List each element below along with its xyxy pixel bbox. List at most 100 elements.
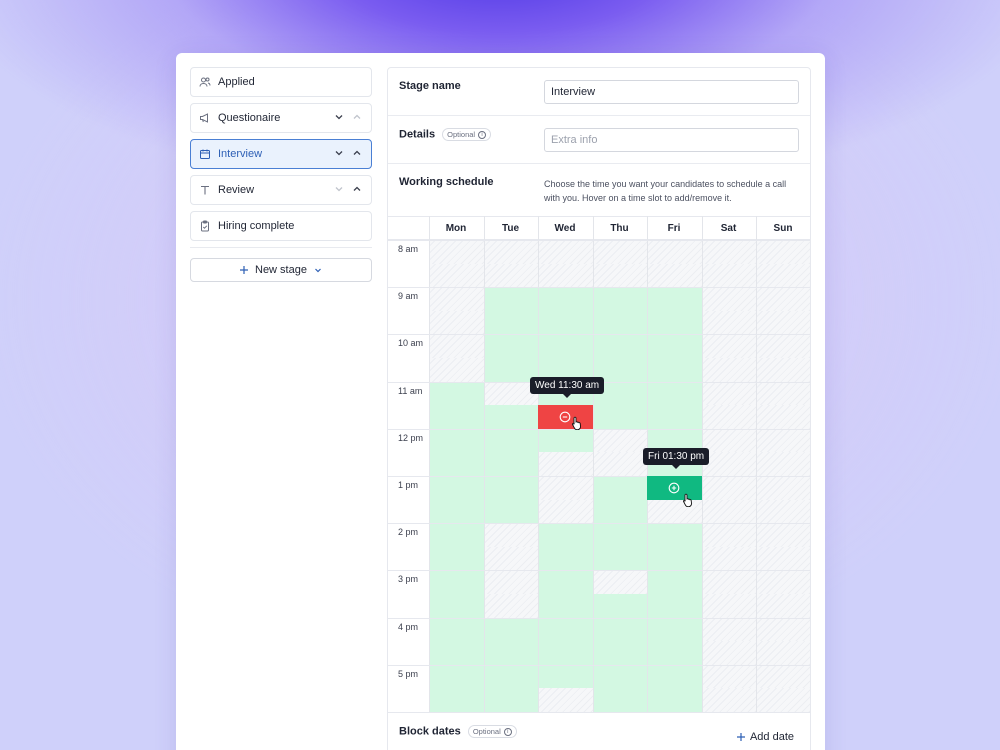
time-slot[interactable] (756, 310, 810, 335)
time-slot[interactable] (647, 523, 702, 547)
stage-applied[interactable]: Applied (190, 67, 372, 97)
time-slot[interactable] (592, 405, 647, 429)
remove-slot-button[interactable] (538, 405, 593, 429)
stage-hiring-complete[interactable]: Hiring complete (190, 211, 372, 241)
time-slot[interactable] (483, 594, 538, 618)
time-slot[interactable] (701, 664, 756, 689)
time-slot[interactable] (592, 452, 647, 476)
info-icon[interactable]: i (503, 727, 512, 736)
time-slot[interactable] (538, 452, 593, 476)
time-slot[interactable] (701, 263, 756, 288)
time-slot[interactable] (429, 381, 484, 406)
time-slot[interactable] (429, 287, 484, 311)
time-slot[interactable] (538, 641, 593, 665)
time-slot[interactable] (429, 641, 484, 665)
time-slot[interactable] (538, 334, 593, 358)
time-slot[interactable] (647, 688, 702, 712)
time-slot[interactable] (647, 641, 702, 665)
time-slot[interactable] (647, 263, 702, 288)
time-slot[interactable] (756, 240, 810, 264)
time-slot[interactable] (647, 664, 702, 689)
time-slot[interactable] (647, 334, 702, 358)
time-slot[interactable] (701, 546, 756, 571)
time-slot[interactable] (538, 664, 593, 689)
time-slot[interactable] (483, 499, 538, 524)
time-slot[interactable] (756, 641, 810, 665)
time-slot[interactable] (756, 428, 810, 453)
time-slot[interactable] (483, 334, 538, 358)
time-slot[interactable] (701, 641, 756, 665)
time-slot[interactable] (483, 570, 538, 594)
time-slot[interactable] (701, 358, 756, 382)
time-slot[interactable] (538, 688, 593, 712)
time-slot[interactable] (592, 641, 647, 665)
time-slot[interactable] (483, 452, 538, 476)
time-slot[interactable] (756, 476, 810, 500)
time-slot[interactable] (592, 310, 647, 335)
time-slot[interactable] (701, 476, 756, 500)
time-slot[interactable] (483, 688, 538, 712)
time-slot[interactable] (701, 523, 756, 547)
time-slot[interactable] (538, 523, 593, 547)
time-slot[interactable] (483, 287, 538, 311)
time-slot[interactable] (429, 428, 484, 453)
time-slot[interactable] (592, 594, 647, 618)
time-slot[interactable] (592, 263, 647, 288)
time-slot[interactable] (429, 499, 484, 524)
time-slot[interactable] (429, 688, 484, 712)
time-slot[interactable] (429, 452, 484, 476)
time-slot[interactable] (538, 240, 593, 264)
time-slot[interactable] (592, 334, 647, 358)
time-slot[interactable] (483, 240, 538, 264)
time-slot[interactable] (592, 428, 647, 453)
time-slot[interactable] (756, 334, 810, 358)
info-icon[interactable]: i (478, 130, 487, 139)
time-slot[interactable] (483, 428, 538, 453)
time-slot[interactable] (756, 263, 810, 288)
chevron-up-icon[interactable] (351, 111, 363, 123)
time-slot[interactable] (701, 334, 756, 358)
time-slot[interactable] (429, 570, 484, 594)
chevron-down-icon[interactable] (333, 111, 345, 123)
time-slot[interactable] (592, 523, 647, 547)
time-slot[interactable] (647, 617, 702, 642)
time-slot[interactable] (429, 617, 484, 642)
stage-questionaire[interactable]: Questionaire (190, 103, 372, 133)
time-slot[interactable] (429, 664, 484, 689)
time-slot[interactable] (483, 476, 538, 500)
time-slot[interactable] (756, 546, 810, 571)
time-slot[interactable] (538, 428, 593, 453)
stage-name-input[interactable]: Interview (544, 80, 799, 104)
time-slot[interactable] (483, 546, 538, 571)
time-slot[interactable] (538, 310, 593, 335)
time-slot[interactable] (429, 334, 484, 358)
time-slot[interactable] (701, 452, 756, 476)
time-slot[interactable] (429, 476, 484, 500)
time-slot[interactable] (429, 405, 484, 429)
time-slot[interactable] (429, 523, 484, 547)
details-input[interactable]: Extra info (544, 128, 799, 152)
time-slot[interactable] (701, 381, 756, 406)
time-slot[interactable] (538, 287, 593, 311)
time-slot[interactable] (429, 546, 484, 571)
time-slot[interactable] (756, 664, 810, 689)
time-slot[interactable] (647, 570, 702, 594)
chevron-down-icon[interactable] (333, 147, 345, 159)
time-slot[interactable] (483, 617, 538, 642)
time-slot[interactable] (701, 499, 756, 524)
time-slot[interactable] (701, 310, 756, 335)
time-slot[interactable] (429, 240, 484, 264)
time-slot[interactable] (592, 476, 647, 500)
time-slot[interactable] (756, 405, 810, 429)
time-slot[interactable] (647, 358, 702, 382)
time-slot[interactable] (756, 688, 810, 712)
time-slot[interactable] (647, 594, 702, 618)
time-slot[interactable] (756, 287, 810, 311)
time-slot[interactable] (647, 405, 702, 429)
time-slot[interactable] (701, 240, 756, 264)
time-slot[interactable] (538, 594, 593, 618)
time-slot[interactable] (701, 287, 756, 311)
time-slot[interactable] (483, 263, 538, 288)
time-slot[interactable] (483, 664, 538, 689)
time-slot[interactable] (756, 594, 810, 618)
